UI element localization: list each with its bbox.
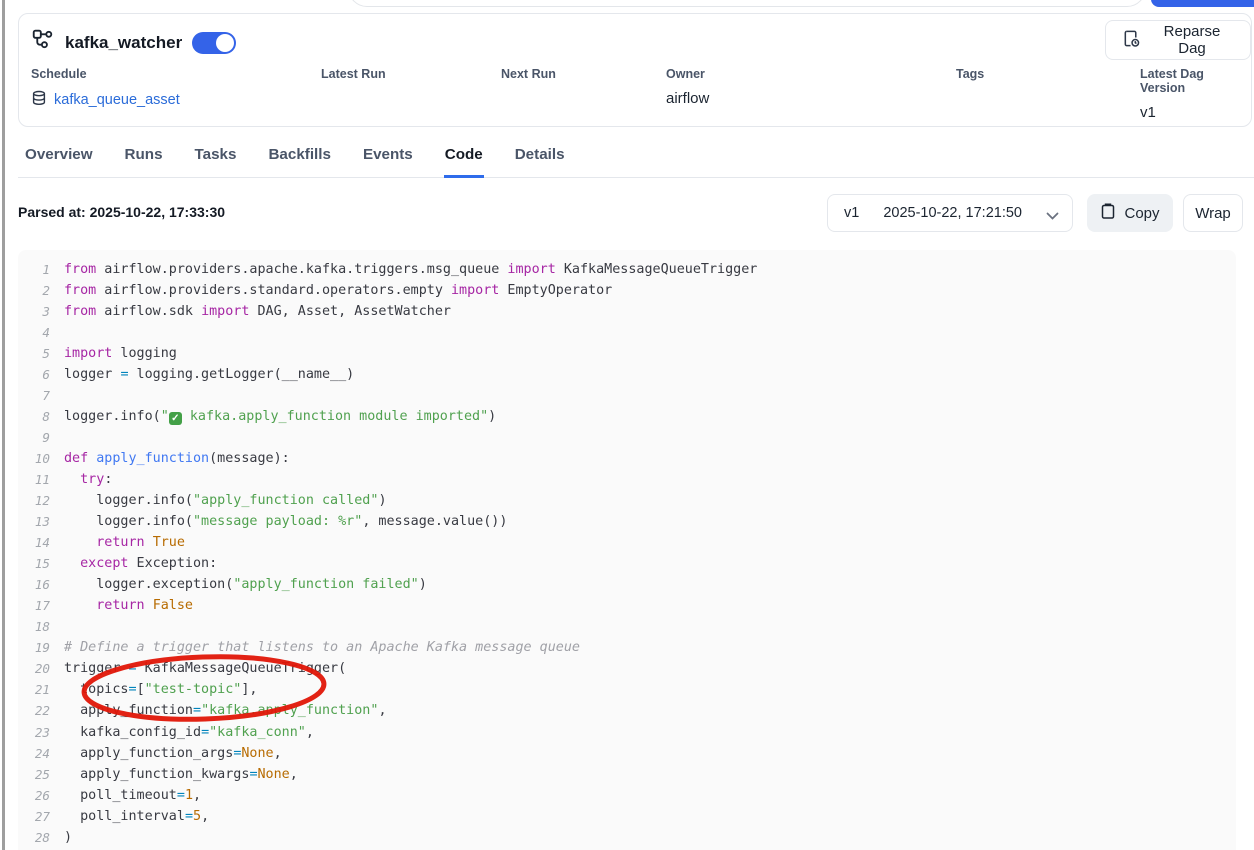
line-number: 24 bbox=[18, 743, 64, 764]
code-line: 6logger = logging.getLogger(__name__) bbox=[18, 364, 1236, 385]
latest-dag-version-value: v1 bbox=[1140, 104, 1251, 121]
code-line: 23 kafka_config_id="kafka_conn", bbox=[18, 722, 1236, 743]
tab-tasks[interactable]: Tasks bbox=[194, 140, 238, 178]
dag-name: kafka_watcher bbox=[65, 33, 182, 53]
code-line: 18 bbox=[18, 616, 1236, 637]
code-line: 9 bbox=[18, 427, 1236, 448]
code-line: 21 topics=["test-topic"], bbox=[18, 679, 1236, 700]
tab-backfills[interactable]: Backfills bbox=[267, 140, 331, 178]
code-line: 12 logger.info("apply_function called") bbox=[18, 490, 1236, 511]
code-line: 16 logger.exception("apply_function fail… bbox=[18, 574, 1236, 595]
code-line: 13 logger.info("message payload: %r", me… bbox=[18, 511, 1236, 532]
line-number: 4 bbox=[18, 322, 64, 343]
code-line: 27 poll_interval=5, bbox=[18, 806, 1236, 827]
code-line: 14 return True bbox=[18, 532, 1236, 553]
field-label-latest-dag-version: Latest Dag Version bbox=[1140, 67, 1251, 95]
clipboard-icon bbox=[1100, 202, 1116, 224]
tab-code[interactable]: Code bbox=[444, 140, 484, 178]
line-number: 19 bbox=[18, 637, 64, 658]
dag-tab-bar: Overview Runs Tasks Backfills Events Cod… bbox=[18, 140, 1254, 178]
line-number: 13 bbox=[18, 511, 64, 532]
field-label-schedule: Schedule bbox=[31, 67, 180, 81]
line-number: 11 bbox=[18, 469, 64, 490]
dag-pause-toggle[interactable] bbox=[192, 32, 236, 54]
code-line: 2from airflow.providers.standard.operato… bbox=[18, 280, 1236, 301]
copy-code-button[interactable]: Copy bbox=[1087, 194, 1173, 232]
tab-events[interactable]: Events bbox=[362, 140, 414, 178]
code-line: 26 poll_timeout=1, bbox=[18, 785, 1236, 806]
line-number: 6 bbox=[18, 364, 64, 385]
field-label-latest-run: Latest Run bbox=[321, 67, 386, 81]
copy-button-label: Copy bbox=[1124, 205, 1159, 222]
code-line: 19# Define a trigger that listens to an … bbox=[18, 637, 1236, 658]
code-line: 22 apply_function="kafka.apply_function"… bbox=[18, 700, 1236, 721]
code-line: 20trigger = KafkaMessageQueueTrigger( bbox=[18, 658, 1236, 679]
version-select-version: v1 bbox=[844, 205, 859, 221]
field-label-tags: Tags bbox=[956, 67, 984, 81]
code-line: 24 apply_function_args=None, bbox=[18, 743, 1236, 764]
chevron-down-icon bbox=[1046, 209, 1059, 225]
line-number: 15 bbox=[18, 553, 64, 574]
check-emoji-icon: ✓ bbox=[169, 412, 182, 425]
line-number: 26 bbox=[18, 785, 64, 806]
line-number: 2 bbox=[18, 280, 64, 301]
line-number: 21 bbox=[18, 679, 64, 700]
line-number: 5 bbox=[18, 343, 64, 364]
line-number: 27 bbox=[18, 806, 64, 827]
line-number: 8 bbox=[18, 406, 64, 427]
owner-value: airflow bbox=[666, 90, 709, 107]
schedule-asset-link[interactable]: kafka_queue_asset bbox=[31, 90, 180, 110]
parsed-at-text: Parsed at: 2025-10-22, 17:33:30 bbox=[18, 204, 225, 220]
line-number: 18 bbox=[18, 616, 64, 637]
code-line: 25 apply_function_kwargs=None, bbox=[18, 764, 1236, 785]
line-number: 12 bbox=[18, 490, 64, 511]
code-line: 28) bbox=[18, 827, 1236, 848]
code-line: 11 try: bbox=[18, 469, 1236, 490]
line-number: 10 bbox=[18, 448, 64, 469]
dag-version-select[interactable]: v1 2025-10-22, 17:21:50 bbox=[827, 194, 1073, 232]
code-line: 7 bbox=[18, 385, 1236, 406]
reparse-file-icon bbox=[1122, 29, 1141, 52]
line-number: 7 bbox=[18, 385, 64, 406]
line-number: 1 bbox=[18, 259, 64, 280]
line-number: 28 bbox=[18, 827, 64, 848]
code-line: 5import logging bbox=[18, 343, 1236, 364]
schedule-asset-name: kafka_queue_asset bbox=[54, 92, 180, 108]
code-line: 4 bbox=[18, 322, 1236, 343]
line-number: 22 bbox=[18, 700, 64, 721]
line-number: 23 bbox=[18, 722, 64, 743]
tab-details[interactable]: Details bbox=[514, 140, 566, 178]
field-label-owner: Owner bbox=[666, 67, 709, 81]
tab-overview[interactable]: Overview bbox=[24, 140, 94, 178]
line-number: 9 bbox=[18, 427, 64, 448]
code-lines: 1from airflow.providers.apache.kafka.tri… bbox=[18, 259, 1236, 848]
code-line: 17 return False bbox=[18, 595, 1236, 616]
dag-header-card: kafka_watcher Reparse Dag Schedule bbox=[18, 13, 1252, 127]
wrap-code-button[interactable]: Wrap bbox=[1183, 194, 1243, 232]
window-edge-scrollbar[interactable] bbox=[2, 0, 5, 850]
reparse-dag-button[interactable]: Reparse Dag bbox=[1105, 20, 1251, 60]
code-line: 1from airflow.providers.apache.kafka.tri… bbox=[18, 259, 1236, 280]
line-number: 20 bbox=[18, 658, 64, 679]
field-label-next-run: Next Run bbox=[501, 67, 556, 81]
code-line: 3from airflow.sdk import DAG, Asset, Ass… bbox=[18, 301, 1236, 322]
line-number: 17 bbox=[18, 595, 64, 616]
global-search-input[interactable] bbox=[348, 0, 1146, 7]
code-line: 10def apply_function(message): bbox=[18, 448, 1236, 469]
code-panel[interactable]: 1from airflow.providers.apache.kafka.tri… bbox=[18, 250, 1236, 850]
code-line: 8logger.info("✓ kafka.apply_function mod… bbox=[18, 406, 1236, 427]
primary-action-button[interactable] bbox=[1151, 0, 1254, 7]
dag-graph-icon bbox=[31, 28, 55, 57]
line-number: 16 bbox=[18, 574, 64, 595]
dag-code-page: kafka_watcher Reparse Dag Schedule bbox=[0, 0, 1254, 850]
line-number: 14 bbox=[18, 532, 64, 553]
reparse-dag-label: Reparse Dag bbox=[1150, 23, 1234, 57]
version-select-timestamp: 2025-10-22, 17:21:50 bbox=[883, 205, 1022, 221]
line-number: 25 bbox=[18, 764, 64, 785]
line-number: 3 bbox=[18, 301, 64, 322]
database-icon bbox=[31, 90, 47, 110]
tab-runs[interactable]: Runs bbox=[124, 140, 164, 178]
wrap-button-label: Wrap bbox=[1195, 205, 1231, 222]
code-line: 15 except Exception: bbox=[18, 553, 1236, 574]
